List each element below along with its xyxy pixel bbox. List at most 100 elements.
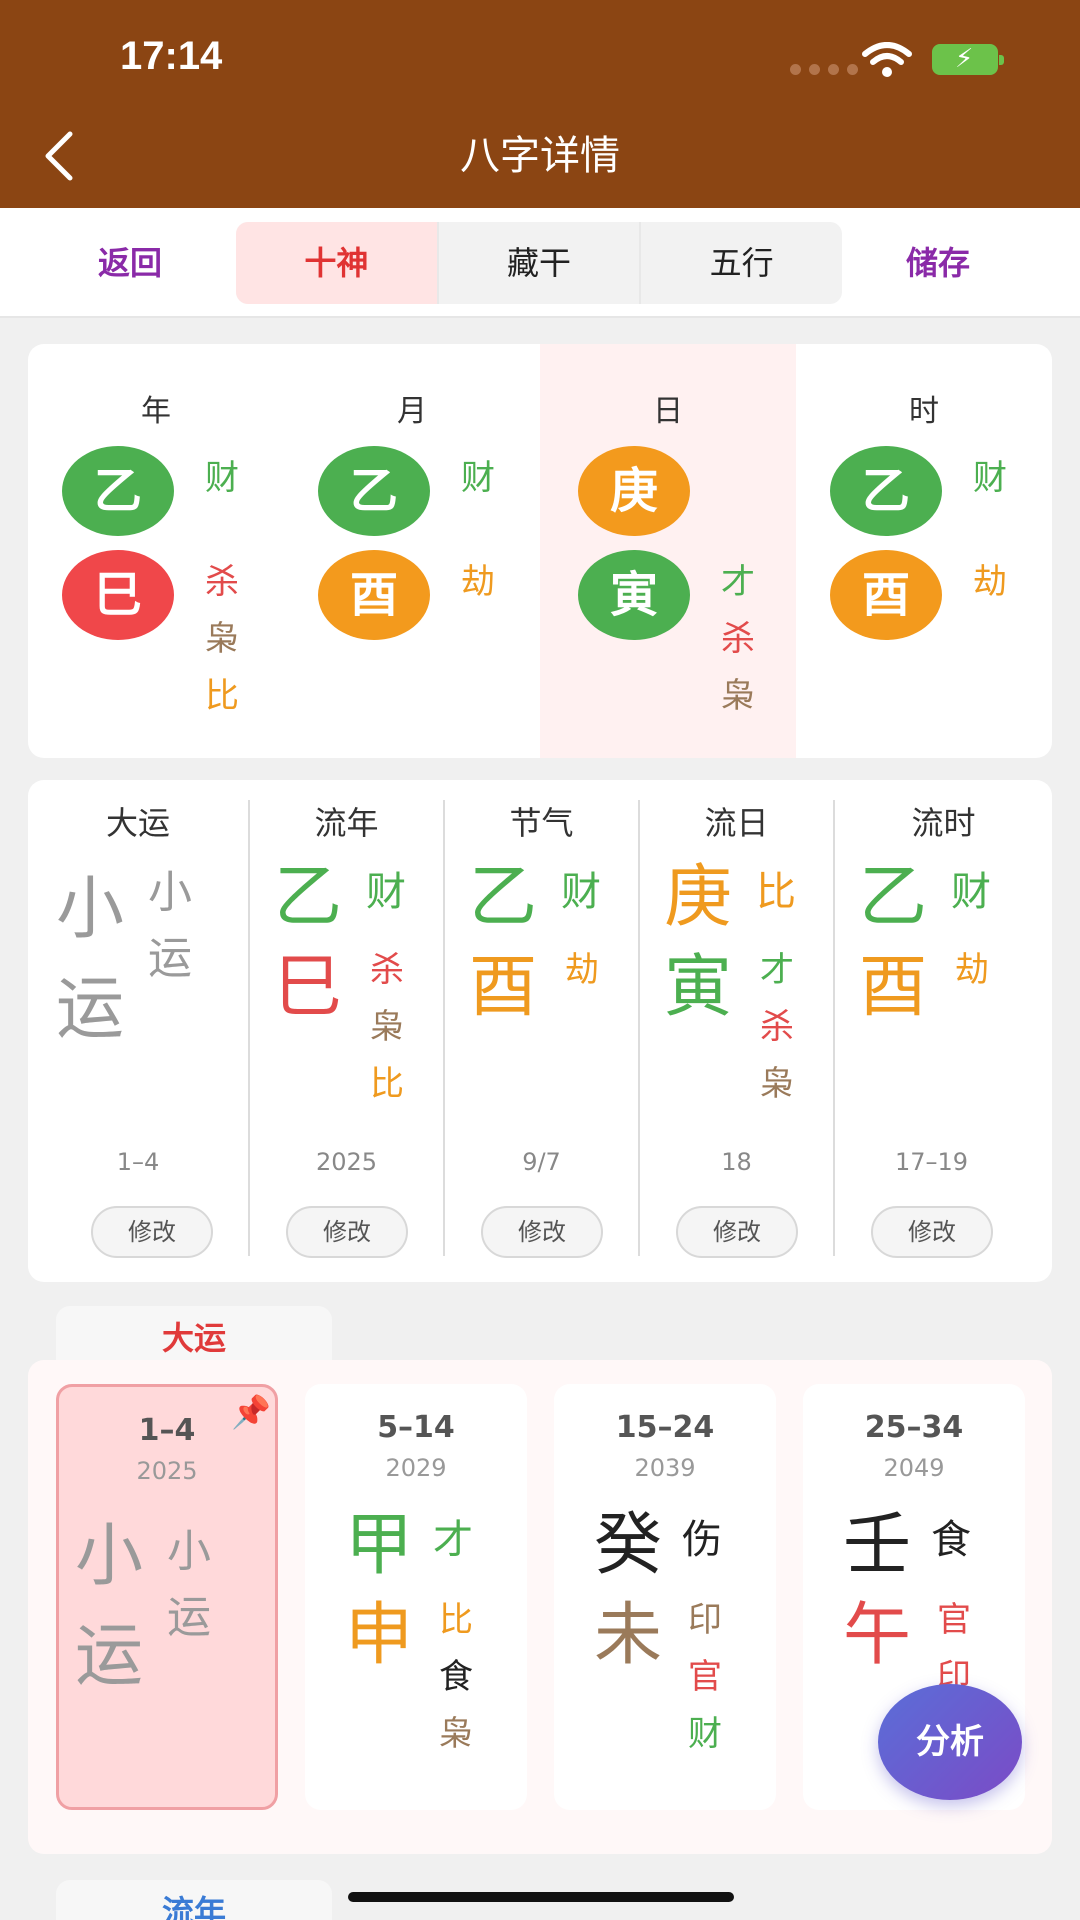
dayun-range: 5–14 [377,1410,455,1445]
col-stem-god: 财 [561,869,601,915]
dayun-range: 15–24 [615,1410,715,1445]
stem-badge[interactable]: 乙 [62,446,174,536]
col-meta: 1–4 [116,1148,160,1176]
dayun-stem: 甲 [345,1506,414,1585]
return-button[interactable]: 返回 [98,208,162,318]
col-branch: 运 [56,970,125,1049]
fortune-col-liushi: 流时 乙 财 酉 劫 17–19 修改 [835,780,1052,1260]
battery-icon: ⚡ [932,44,1004,75]
tab-shishen[interactable]: 十神 [236,222,437,304]
branch-badge[interactable]: 酉 [318,550,430,640]
pillar-head: 年 [141,394,171,429]
col-head: 流日 [704,804,769,842]
dayun-stem: 癸 [594,1506,663,1585]
wifi-icon [862,42,912,77]
dayun-year: 2025 [136,1457,198,1485]
dayun-stem-god: 才 [433,1517,473,1563]
branch-god: 比 [205,676,239,716]
col-branch: 巳 [274,948,343,1027]
status-time: 17:14 [120,34,223,78]
pillar-head: 日 [653,394,683,429]
col-side: 运 [148,933,192,984]
pillars-card: 年 乙 财 巳 杀 枭 比 月 乙 财 酉 劫 日 庚 寅 才 杀 枭 时 乙 … [28,344,1052,758]
branch-badge[interactable]: 巳 [62,550,174,640]
col-head: 节气 [509,804,574,842]
dayun-stem: 小 [75,1517,144,1596]
pillar-hour: 时 乙 财 酉 劫 [796,344,1052,758]
stem-badge[interactable]: 乙 [830,446,942,536]
stem-badge[interactable]: 庚 [578,446,690,536]
dayun-branch-god: 印 [688,1600,722,1640]
tab-canggan[interactable]: 藏干 [436,222,640,304]
fortune-card: 大运 小 运 小 运 1–4 修改 流年 乙 财 巳 杀 枭 比 2025 修改… [28,780,1052,1282]
dayun-card[interactable]: 15–24 2039 癸 伤 未 印 官 财 [554,1384,776,1810]
view-segmented-control: 十神 藏干 五行 [236,222,842,304]
page-title: 八字详情 [460,133,620,179]
col-branch: 寅 [664,948,733,1027]
home-indicator [348,1892,734,1902]
pin-icon: 📌 [231,1393,271,1431]
analyze-button[interactable]: 分析 [878,1684,1022,1800]
col-meta: 18 [721,1148,752,1176]
edit-button[interactable]: 修改 [871,1206,993,1258]
liunian-tab[interactable]: 流年 [56,1880,332,1920]
edit-button[interactable]: 修改 [91,1206,213,1258]
col-branch: 酉 [469,948,538,1027]
fortune-col-dayun: 大运 小 运 小 运 1–4 修改 [28,780,248,1260]
dayun-branch: 申 [345,1596,414,1675]
dayun-year: 2039 [634,1454,696,1482]
branch-god: 枭 [721,676,755,716]
col-stem-god: 财 [951,869,991,915]
dayun-stem-god: 小 [167,1526,211,1577]
col-branch: 酉 [859,948,928,1027]
nav-bar: 17:14 ⚡ 八字详情 [0,0,1080,208]
stem-god: 财 [205,458,239,498]
col-side: 小 [148,867,192,918]
tab-wuxing[interactable]: 五行 [639,222,842,304]
dayun-branch-god: 食 [439,1657,473,1697]
branch-badge[interactable]: 酉 [830,550,942,640]
col-branch-god: 枭 [370,1007,404,1047]
col-head: 流时 [911,804,976,842]
pillar-head: 时 [909,394,939,429]
dayun-card[interactable]: 5–14 2029 甲 才 申 比 食 枭 [305,1384,527,1810]
dayun-range: 25–34 [864,1410,964,1445]
fortune-col-jieqi: 节气 乙 财 酉 劫 9/7 修改 [445,780,638,1260]
col-meta: 2025 [315,1148,378,1176]
fortune-col-liuri: 流日 庚 比 寅 才 杀 枭 18 修改 [640,780,833,1260]
col-stem: 乙 [859,858,928,937]
dayun-branch: 运 [75,1617,144,1696]
col-branch-god: 才 [760,950,794,990]
branch-god: 才 [721,562,755,602]
edit-button[interactable]: 修改 [676,1206,798,1258]
dayun-stem: 壬 [843,1506,912,1585]
stem-god: 财 [973,458,1007,498]
dayun-stem-god: 食 [931,1517,971,1563]
dayun-branch-god: 比 [439,1600,473,1640]
col-head: 流年 [314,804,379,842]
col-stem: 庚 [664,858,733,937]
col-branch-god: 比 [370,1064,404,1104]
branch-god: 劫 [461,562,495,602]
save-button[interactable]: 储存 [906,208,970,318]
stem-badge[interactable]: 乙 [318,446,430,536]
dayun-year: 2029 [385,1454,447,1482]
dayun-branch-god: 枭 [439,1714,473,1754]
dayun-stem-god: 伤 [682,1517,722,1563]
pillar-year: 年 乙 财 巳 杀 枭 比 [28,344,284,758]
col-branch-god: 杀 [370,950,404,990]
edit-button[interactable]: 修改 [286,1206,408,1258]
branch-god: 杀 [205,562,239,602]
col-meta: 17–19 [894,1148,969,1176]
col-stem: 乙 [274,858,343,937]
fortune-col-liunian: 流年 乙 财 巳 杀 枭 比 2025 修改 [250,780,443,1260]
dayun-year: 2049 [883,1454,945,1482]
dayun-branch-god: 官 [688,1657,722,1697]
dayun-card[interactable]: 1–4 2025 📌 小 运 小 运 [56,1384,278,1810]
col-branch-god: 劫 [565,950,599,990]
branch-badge[interactable]: 寅 [578,550,690,640]
col-branch-god: 枭 [760,1064,794,1104]
edit-button[interactable]: 修改 [481,1206,603,1258]
col-stem: 小 [56,870,125,949]
stem-god: 财 [461,458,495,498]
